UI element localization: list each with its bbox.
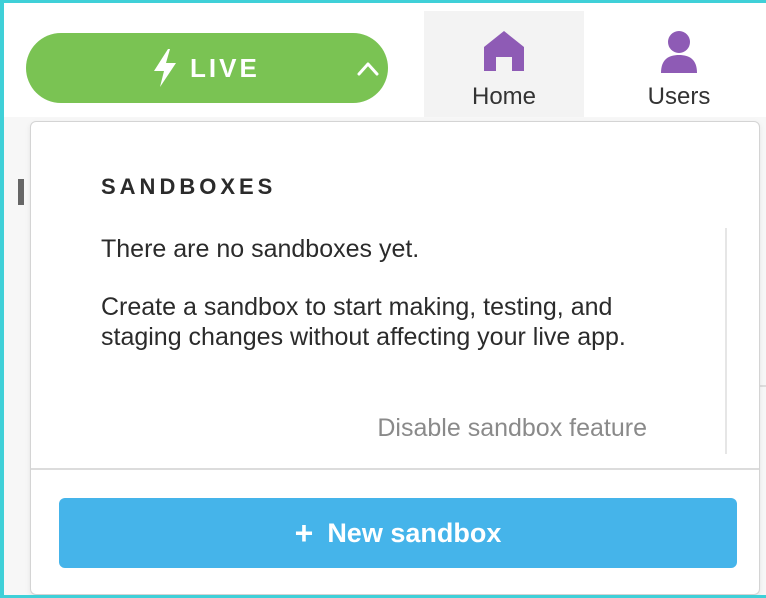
lightning-bolt-icon xyxy=(154,49,176,87)
plus-icon: + xyxy=(294,515,314,551)
panel-heading: SANDBOXES xyxy=(101,174,277,199)
nav-item-label: Users xyxy=(647,83,711,110)
background-content-edge xyxy=(18,179,24,205)
live-label: LIVE xyxy=(190,53,260,83)
live-environment-toggle[interactable]: LIVE xyxy=(26,33,388,103)
scrollbar-track[interactable] xyxy=(725,228,727,454)
top-navbar: LIVE Home Users xyxy=(4,3,766,117)
user-icon xyxy=(661,31,697,73)
background-divider xyxy=(760,385,766,387)
chevron-up-icon xyxy=(357,62,379,76)
sandboxes-panel-body[interactable]: SANDBOXES There are no sandboxes yet. Cr… xyxy=(31,122,759,468)
home-icon xyxy=(484,31,524,71)
disable-sandbox-link[interactable]: Disable sandbox feature xyxy=(377,414,647,443)
new-sandbox-button[interactable]: + New sandbox xyxy=(59,498,737,568)
help-text: Create a sandbox to start making, testin… xyxy=(101,293,626,351)
sandboxes-dropdown-panel: SANDBOXES There are no sandboxes yet. Cr… xyxy=(30,121,760,595)
panel-divider xyxy=(31,468,759,470)
empty-state-message: There are no sandboxes yet. xyxy=(101,235,420,263)
nav-item-users[interactable]: Users xyxy=(588,11,766,117)
nav-item-label: Home xyxy=(471,83,537,110)
app-window: LIVE Home Users SANDBOXES There are no s… xyxy=(0,0,766,598)
nav-item-home[interactable]: Home xyxy=(424,11,584,117)
new-sandbox-label: New sandbox xyxy=(327,517,502,548)
